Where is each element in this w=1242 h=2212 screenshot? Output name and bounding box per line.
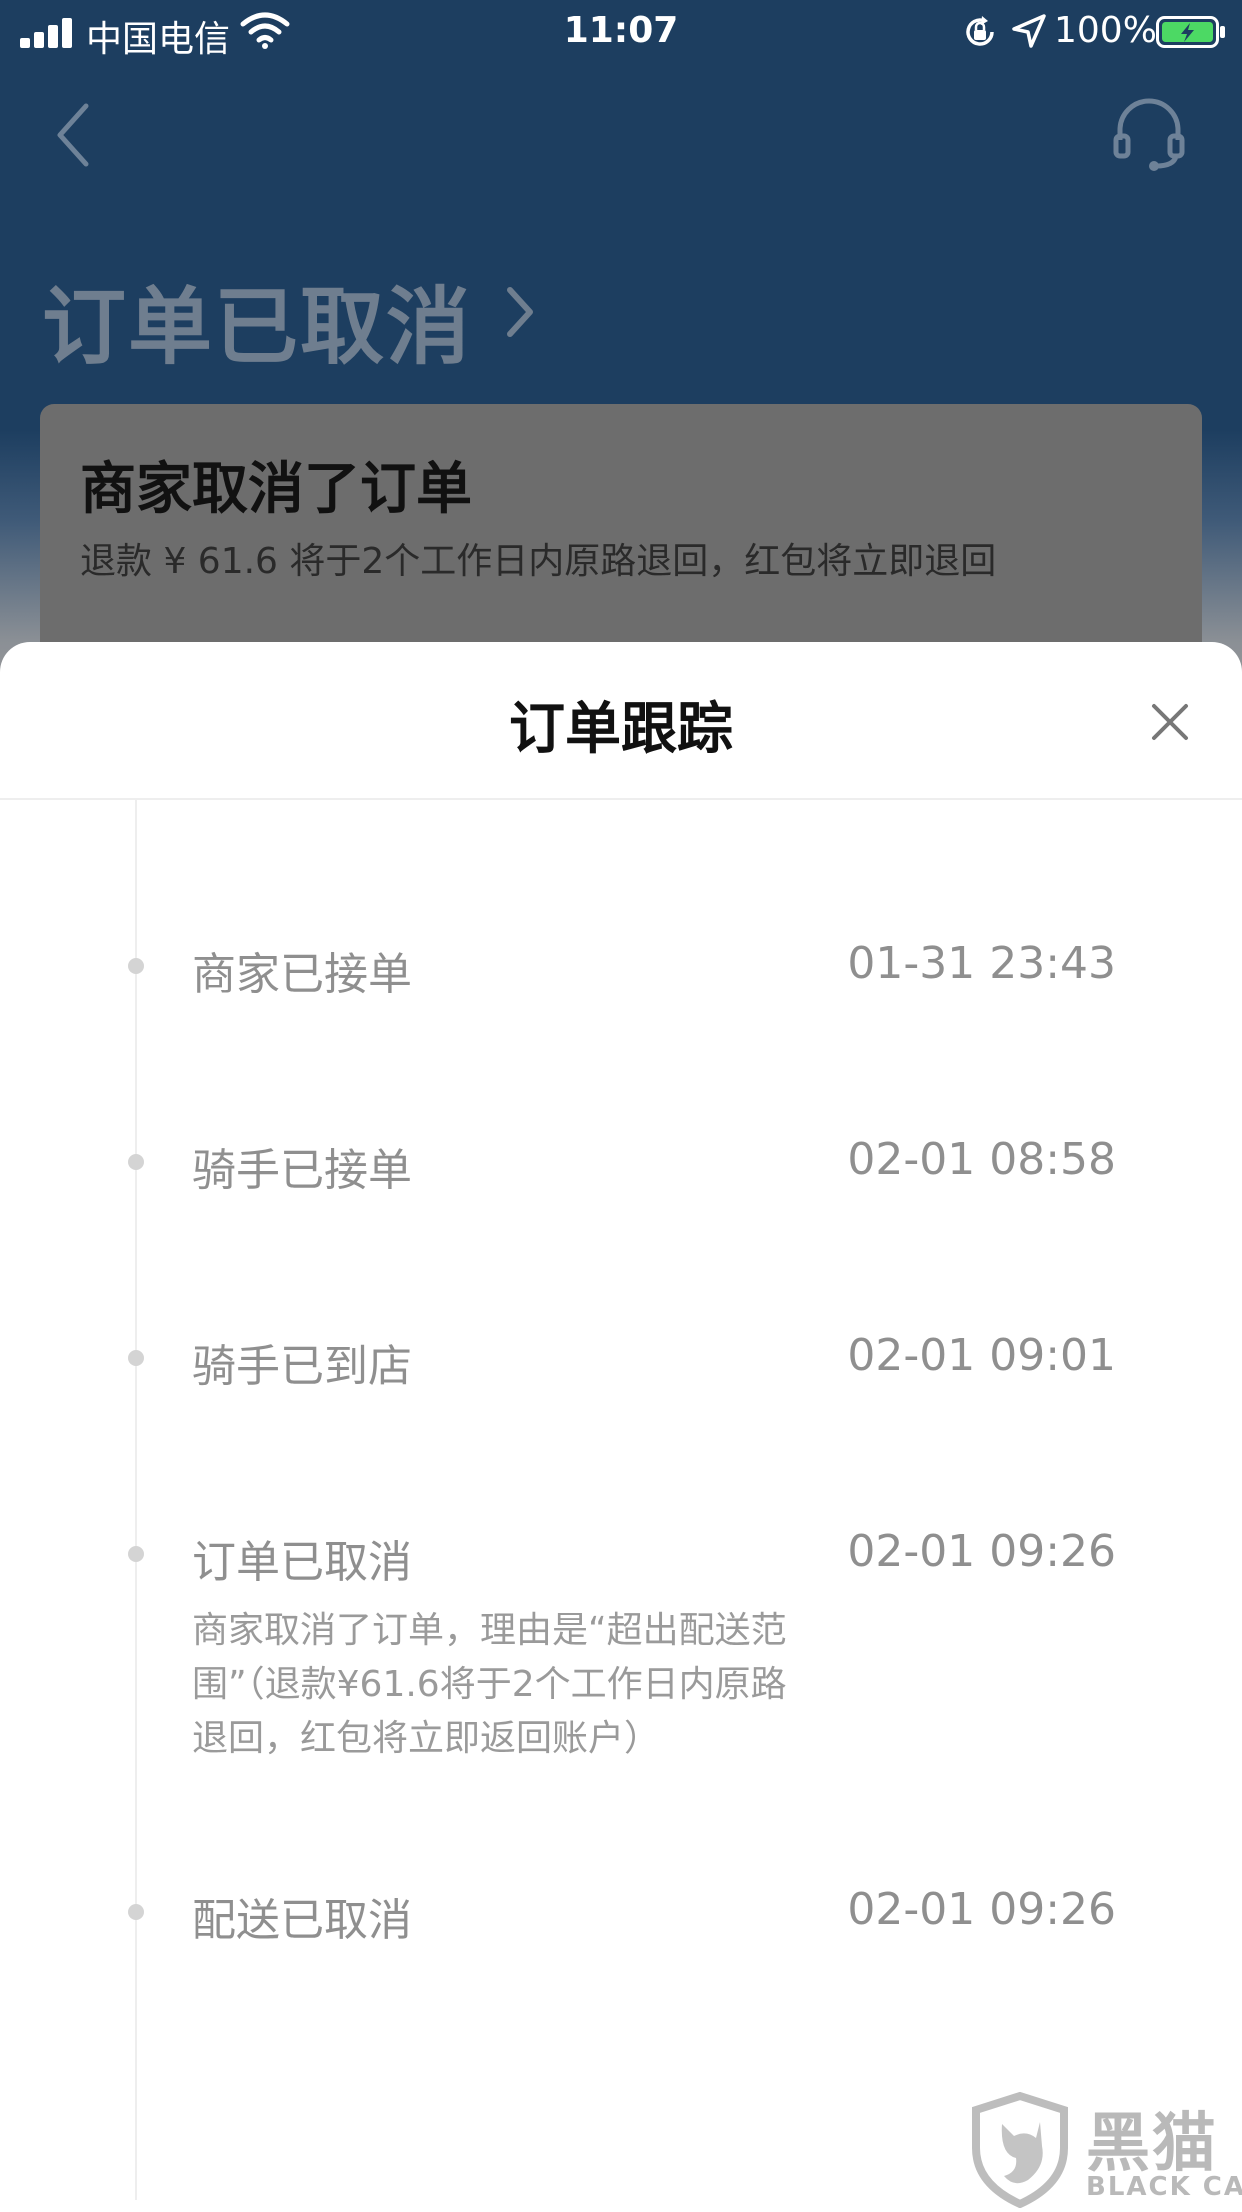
cancel-card-title: 商家取消了订单 [80,457,472,522]
status-bar: 中国电信 11:07 100% [0,0,1242,62]
black-cat-watermark: 黑猫 BLACK CAT [970,2091,1242,2209]
timeline-label: 商家已接单 [192,949,412,1000]
battery-percentage: 100% [1054,10,1157,51]
cat-shield-icon [970,2091,1070,2209]
timeline-label: 订单已取消 [192,1537,412,1588]
timeline-label: 骑手已接单 [192,1145,412,1196]
rotation-lock-icon [962,14,998,50]
battery-icon [1156,16,1226,48]
timeline-dot [128,1154,144,1170]
order-status-title: 订单已取消 [42,278,473,376]
timeline-note-line: 围”（退款¥61.6将于2个工作日内原路 [192,1664,787,1705]
customer-service-icon[interactable] [1112,96,1186,172]
sheet-header: 订单跟踪 [0,642,1242,800]
timeline-time: 02-01 09:26 [847,1526,1116,1577]
cancel-card-desc: 退款 ¥ 61.6 将于2个工作日内原路退回，红包将立即退回 [80,541,997,582]
timeline-dot [128,1546,144,1562]
timeline-time: 02-01 08:58 [847,1134,1116,1185]
back-button[interactable] [52,100,92,170]
timeline-time: 01-31 23:43 [847,938,1116,989]
sheet-title: 订单跟踪 [509,697,733,762]
timeline-note-line: 商家取消了订单，理由是“超出配送范 [192,1610,787,1651]
watermark-en: BLACK CAT [1086,2172,1242,2202]
order-tracking-sheet: 订单跟踪 商家已接单 01-31 23:43 骑手已接单 02-01 08:58… [0,642,1242,2208]
timeline-line [135,800,137,2200]
timeline-note-line: 退回，红包将立即返回账户） [192,1718,661,1759]
timeline-dot [128,1904,144,1920]
timeline-time: 02-01 09:01 [847,1330,1116,1381]
location-icon [1012,14,1046,48]
timeline-label: 配送已取消 [192,1895,412,1946]
timeline-dot [128,958,144,974]
timeline-time: 02-01 09:26 [847,1884,1116,1935]
timeline-dot [128,1350,144,1366]
close-icon [1152,704,1188,740]
chevron-right-icon[interactable] [500,284,540,340]
timeline-note: 商家取消了订单，理由是“超出配送范 围”（退款¥61.6将于2个工作日内原路 退… [192,1604,852,1766]
timeline-label: 骑手已到店 [192,1341,412,1392]
close-button[interactable] [1146,698,1194,746]
watermark-cn: 黑猫 [1086,2107,1218,2181]
